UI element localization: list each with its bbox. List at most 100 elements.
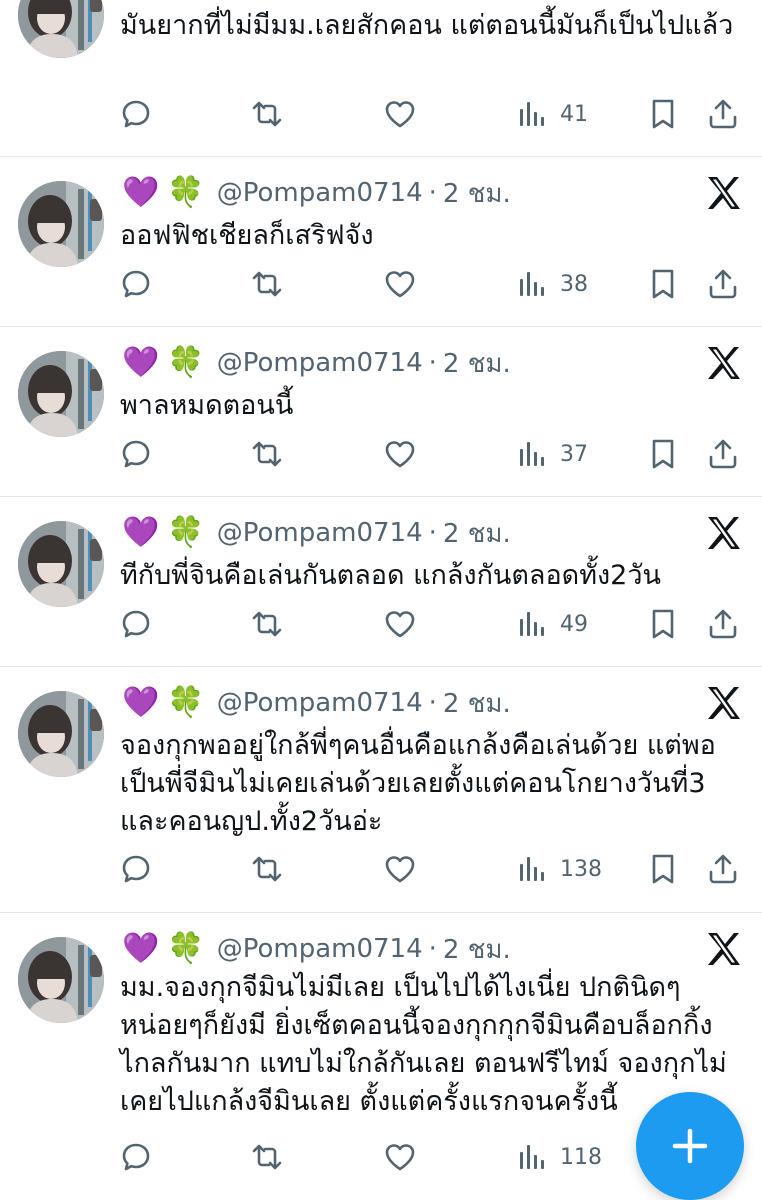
avatar[interactable]	[18, 691, 104, 777]
bookmark-icon	[652, 439, 674, 469]
user-handle[interactable]: @Pompam0714	[217, 934, 423, 964]
bookmark-button[interactable]	[646, 94, 680, 134]
x-logo-icon	[708, 347, 740, 379]
views-icon	[520, 102, 544, 126]
share-icon	[709, 609, 737, 639]
views-button[interactable]: 118	[516, 1137, 602, 1177]
separator-dot: ·	[428, 688, 437, 718]
user-handle[interactable]: @Pompam0714	[217, 518, 423, 548]
reply-button[interactable]	[120, 604, 154, 644]
x-logo-icon	[708, 687, 740, 719]
avatar[interactable]	[18, 181, 104, 267]
action-bar: 38	[120, 264, 746, 304]
reply-button[interactable]	[120, 849, 154, 889]
retweet-button[interactable]	[250, 434, 284, 474]
share-icon	[709, 854, 737, 884]
purple-heart-emoji: 💜	[122, 685, 160, 720]
avatar[interactable]	[18, 937, 104, 1023]
user-handle[interactable]: @Pompam0714	[217, 178, 423, 208]
tweet-header: 💜 🍀 @Pompam0714 · 2 ชม.	[122, 343, 511, 383]
tweet[interactable]: 💜 🍀 @Pompam0714 · 2 ชม. ออฟฟิชเชียลก็เสร…	[0, 157, 762, 327]
tweet-header: 💜 🍀 @Pompam0714 · 2 ชม.	[122, 929, 511, 969]
like-button[interactable]	[383, 434, 417, 474]
avatar[interactable]	[18, 0, 104, 58]
like-icon	[385, 611, 415, 638]
tweet-text: ทีกับพี่จินคือเล่นกันตลอด แกล้งกันตลอดทั…	[120, 560, 661, 591]
retweet-button[interactable]	[250, 604, 284, 644]
tweet[interactable]: 💜 🍀 @Pompam0714 · 2 ชม. พาลหมดตอนนี้ 37	[0, 327, 762, 497]
reply-button[interactable]	[120, 434, 154, 474]
bookmark-icon	[652, 854, 674, 884]
action-bar: 37	[120, 434, 746, 474]
user-handle[interactable]: @Pompam0714	[217, 688, 423, 718]
user-handle[interactable]: @Pompam0714	[217, 348, 423, 378]
views-icon	[520, 857, 544, 881]
bookmark-button[interactable]	[646, 264, 680, 304]
retweet-button[interactable]	[250, 94, 284, 134]
compose-button[interactable]	[636, 1092, 744, 1200]
views-button[interactable]: 37	[516, 434, 588, 474]
share-icon	[709, 439, 737, 469]
views-button[interactable]: 38	[516, 264, 588, 304]
timestamp[interactable]: 2 ชม.	[443, 683, 511, 724]
views-button[interactable]: 41	[516, 94, 588, 134]
avatar[interactable]	[18, 351, 104, 437]
separator-dot: ·	[428, 348, 437, 378]
share-button[interactable]	[706, 264, 740, 304]
retweet-icon	[252, 856, 282, 882]
views-icon	[520, 612, 544, 636]
share-button[interactable]	[706, 849, 740, 889]
like-icon	[385, 271, 415, 298]
retweet-button[interactable]	[250, 1137, 284, 1177]
retweet-icon	[252, 441, 282, 467]
tweet[interactable]: 💜 🍀 @Pompam0714 · 2 ชม. ทีกับพี่จินคือเล…	[0, 497, 762, 667]
timestamp[interactable]: 2 ชม.	[443, 513, 511, 554]
reply-icon	[122, 440, 150, 468]
views-count: 118	[560, 1144, 602, 1170]
like-icon	[385, 101, 415, 128]
reply-icon	[122, 100, 150, 128]
tweet-header: 💜 🍀 @Pompam0714 · 2 ชม.	[122, 173, 511, 213]
tweet[interactable]: มันยากที่ไม่มีมม.เลยสักคอน แต่ตอนนี้มันก…	[0, 0, 762, 157]
views-button[interactable]: 138	[516, 849, 602, 889]
tweet-text: ออฟฟิชเชียลก็เสริฟจัง	[120, 220, 374, 251]
views-count: 138	[560, 856, 602, 882]
retweet-icon	[252, 1144, 282, 1170]
timestamp[interactable]: 2 ชม.	[443, 343, 511, 384]
clover-emoji: 🍀	[167, 685, 205, 720]
purple-heart-emoji: 💜	[122, 345, 160, 380]
separator-dot: ·	[428, 934, 437, 964]
retweet-icon	[252, 271, 282, 297]
reply-button[interactable]	[120, 1137, 154, 1177]
like-button[interactable]	[383, 849, 417, 889]
views-count: 38	[560, 271, 588, 297]
timestamp[interactable]: 2 ชม.	[443, 929, 511, 970]
views-button[interactable]: 49	[516, 604, 588, 644]
retweet-button[interactable]	[250, 849, 284, 889]
share-button[interactable]	[706, 434, 740, 474]
tweet-header: 💜 🍀 @Pompam0714 · 2 ชม.	[122, 683, 511, 723]
retweet-button[interactable]	[250, 264, 284, 304]
like-button[interactable]	[383, 94, 417, 134]
bookmark-button[interactable]	[646, 434, 680, 474]
reply-icon	[122, 855, 150, 883]
like-button[interactable]	[383, 264, 417, 304]
clover-emoji: 🍀	[167, 175, 205, 210]
clover-emoji: 🍀	[167, 931, 205, 966]
bookmark-button[interactable]	[646, 604, 680, 644]
avatar[interactable]	[18, 521, 104, 607]
share-button[interactable]	[706, 94, 740, 134]
like-button[interactable]	[383, 604, 417, 644]
reply-button[interactable]	[120, 264, 154, 304]
purple-heart-emoji: 💜	[122, 175, 160, 210]
timestamp[interactable]: 2 ชม.	[443, 173, 511, 214]
views-icon	[520, 442, 544, 466]
tweet[interactable]: 💜 🍀 @Pompam0714 · 2 ชม. จองกุกพออยู่ใกล้…	[0, 667, 762, 913]
share-button[interactable]	[706, 604, 740, 644]
share-icon	[709, 269, 737, 299]
like-button[interactable]	[383, 1137, 417, 1177]
bookmark-button[interactable]	[646, 849, 680, 889]
reply-button[interactable]	[120, 94, 154, 134]
x-logo-icon	[708, 933, 740, 965]
action-bar: 49	[120, 604, 746, 644]
